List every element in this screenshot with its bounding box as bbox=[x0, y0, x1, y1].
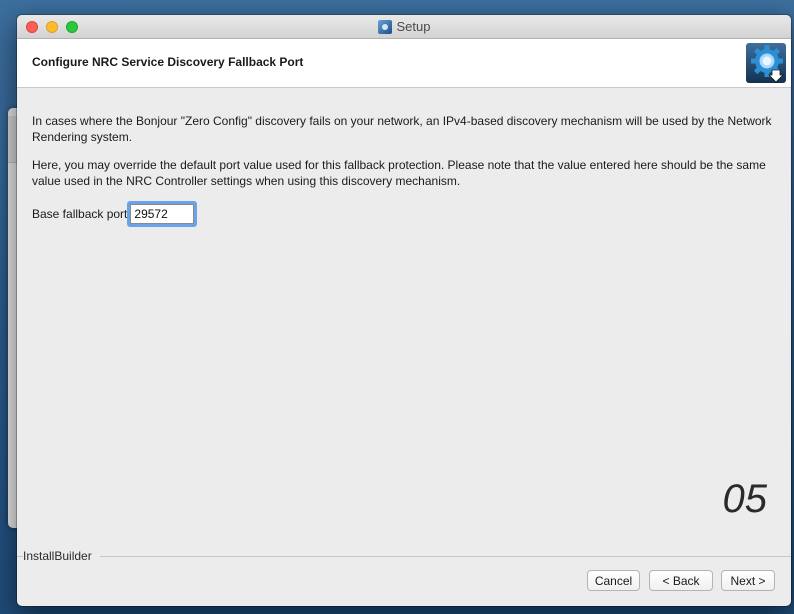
description-paragraph-2: Here, you may override the default port … bbox=[32, 158, 766, 188]
next-button[interactable]: Next > bbox=[721, 570, 775, 591]
title-bar[interactable]: Setup bbox=[17, 15, 791, 39]
cancel-button[interactable]: Cancel bbox=[587, 570, 640, 591]
base-fallback-port-input[interactable] bbox=[130, 204, 195, 224]
page-header: Configure NRC Service Discovery Fallback… bbox=[17, 39, 791, 88]
installer-gear-download-icon bbox=[746, 43, 786, 83]
window-title: Setup bbox=[396, 19, 431, 34]
setup-app-icon bbox=[377, 19, 392, 34]
step-number: 05 bbox=[722, 477, 768, 521]
back-button[interactable]: < Back bbox=[649, 570, 713, 591]
installbuilder-brand: InstallBuilder bbox=[23, 549, 100, 563]
port-field-row: Base fallback port bbox=[32, 204, 777, 224]
description-paragraph-1: In cases where the Bonjour "Zero Config"… bbox=[32, 114, 772, 144]
setup-window: Setup Configure NRC Service Discovery Fa… bbox=[17, 15, 791, 606]
page-title: Configure NRC Service Discovery Fallback… bbox=[32, 55, 304, 69]
page-content: In cases where the Bonjour "Zero Config"… bbox=[32, 113, 777, 224]
port-label: Base fallback port bbox=[32, 207, 128, 221]
footer-divider bbox=[17, 556, 791, 557]
